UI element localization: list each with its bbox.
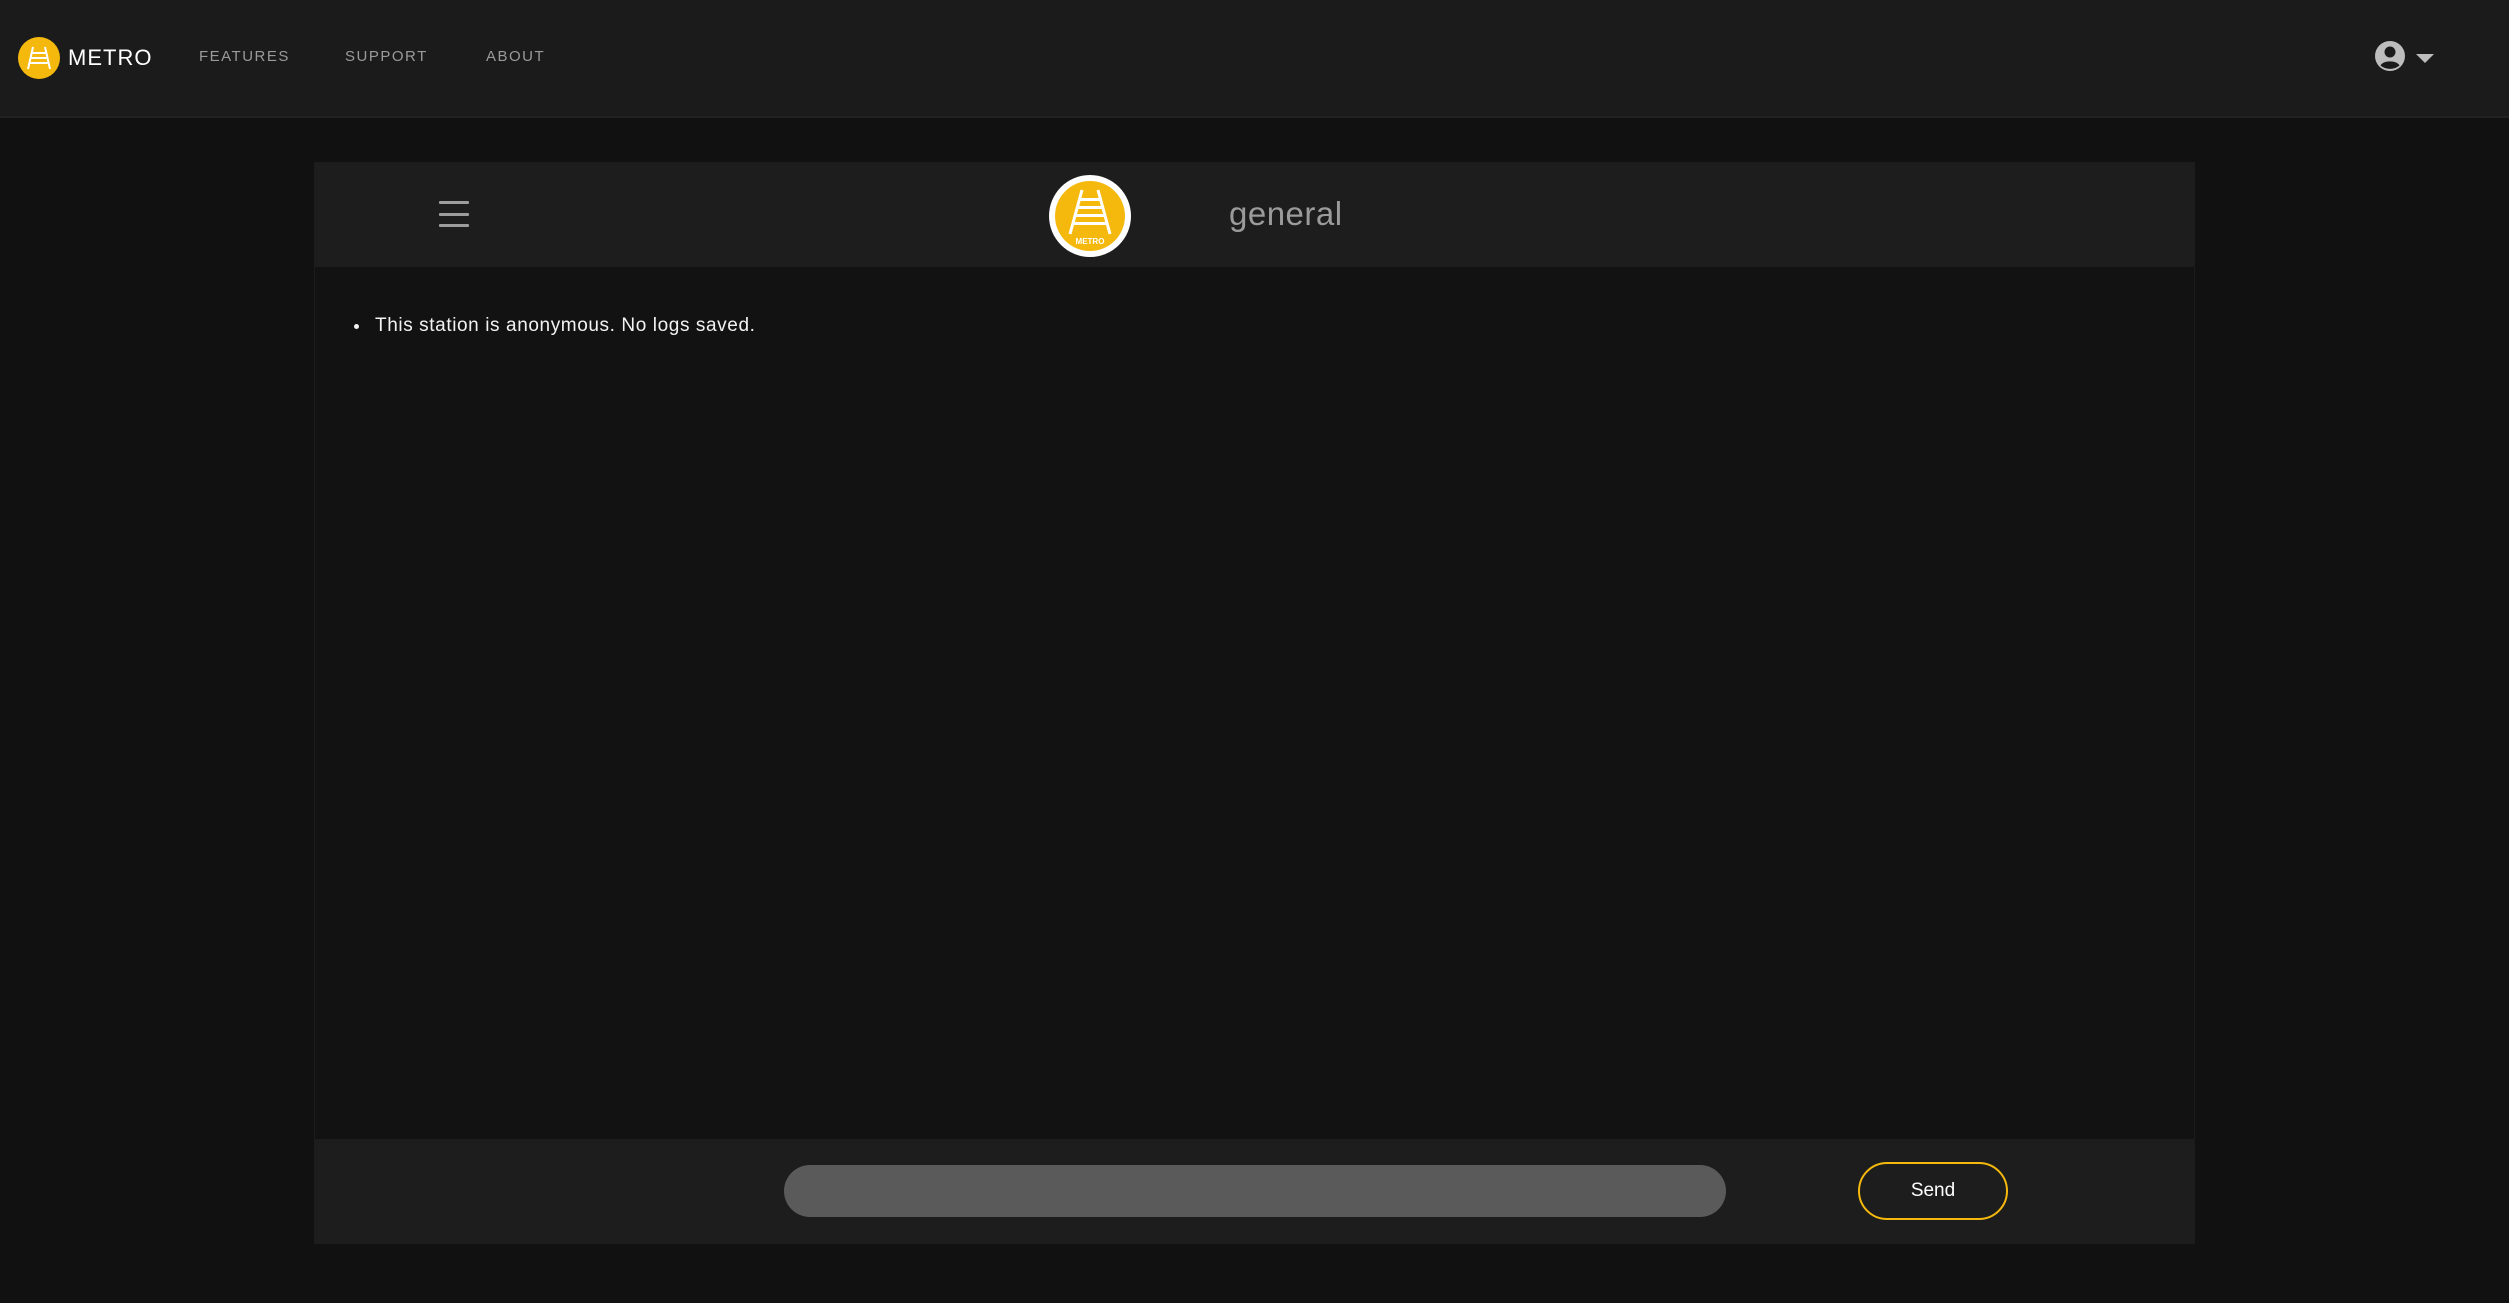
- channel-logo: METRO: [1049, 175, 1131, 257]
- metro-logo-icon: [18, 37, 60, 79]
- top-navbar: METRO FEATURES SUPPORT ABOUT: [0, 0, 2509, 118]
- metro-track-icon: METRO: [1055, 181, 1125, 251]
- caret-down-icon: [2416, 53, 2434, 63]
- channel-logo-label: METRO: [1076, 237, 1105, 246]
- nav-link-about[interactable]: ABOUT: [486, 48, 545, 65]
- message-input[interactable]: [784, 1165, 1726, 1217]
- channel-name: general: [1229, 195, 1343, 232]
- message-list: This station is anonymous. No logs saved…: [315, 267, 2194, 1139]
- chat-header: METRO general: [315, 163, 2194, 267]
- brand-link[interactable]: METRO: [18, 37, 152, 79]
- user-circle-icon: [2374, 40, 2406, 77]
- send-button[interactable]: Send: [1858, 1162, 2008, 1220]
- user-menu-dropdown[interactable]: [2374, 40, 2434, 77]
- chat-panel: METRO general This station is anonymous.…: [314, 162, 2195, 1244]
- nav-link-support[interactable]: SUPPORT: [345, 48, 428, 65]
- nav-link-features[interactable]: FEATURES: [199, 48, 290, 65]
- message-item: This station is anonymous. No logs saved…: [371, 315, 2194, 337]
- hamburger-icon[interactable]: [439, 199, 469, 229]
- brand-name: METRO: [68, 45, 153, 70]
- chat-footer: Send: [315, 1139, 2194, 1243]
